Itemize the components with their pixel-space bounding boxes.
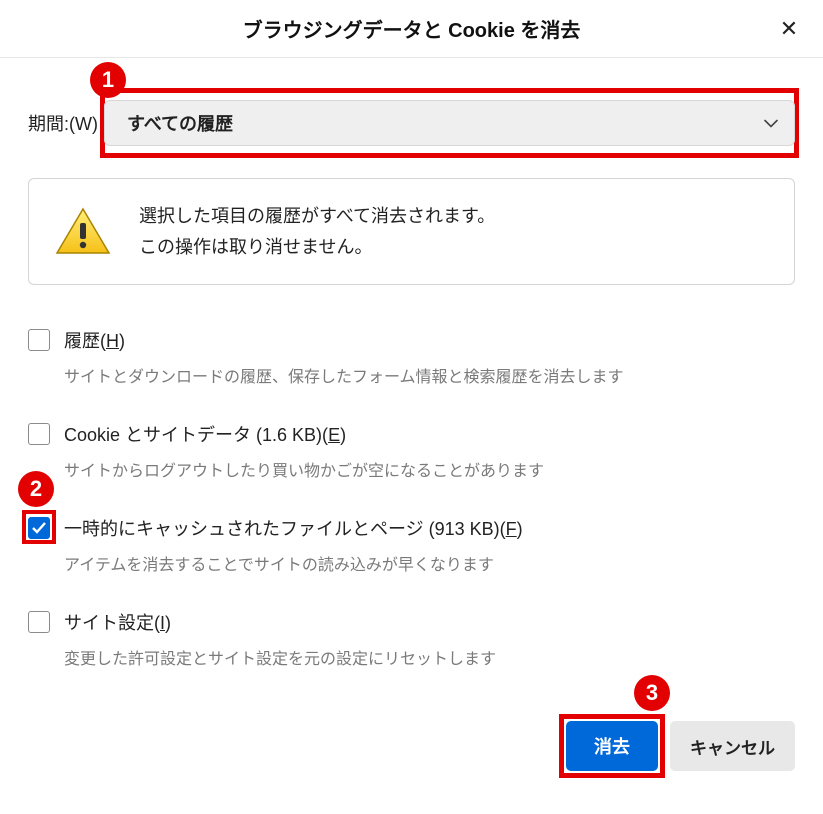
chevron-down-icon bbox=[764, 113, 778, 134]
period-label: 期間:(W) bbox=[28, 110, 98, 136]
desc-site-settings: 変更した許可設定とサイト設定を元の設定にリセットします bbox=[64, 645, 795, 669]
period-select[interactable]: すべての履歴 bbox=[104, 100, 795, 146]
callout-badge-2: 2 bbox=[18, 471, 54, 507]
desc-cache: アイテムを消去することでサイトの読み込みが早くなります bbox=[64, 551, 795, 575]
close-icon: ✕ bbox=[780, 16, 798, 42]
option-cookies: Cookie とサイトデータ (1.6 KB)(E) サイトからログアウトしたり… bbox=[28, 421, 795, 481]
option-history: 履歴(H) サイトとダウンロードの履歴、保存したフォーム情報と検索履歴を消去しま… bbox=[28, 327, 795, 387]
warning-icon bbox=[55, 207, 111, 257]
checkbox-site-settings[interactable] bbox=[28, 611, 50, 633]
warning-line-1: 選択した項目の履歴がすべて消去されます。 bbox=[139, 201, 495, 232]
cancel-button[interactable]: キャンセル bbox=[670, 721, 795, 771]
label-site-settings: サイト設定(I) bbox=[64, 609, 171, 635]
callout-badge-1: 1 bbox=[90, 62, 126, 98]
warning-panel: 選択した項目の履歴がすべて消去されます。 この操作は取り消せません。 bbox=[28, 178, 795, 285]
label-cache: 一時的にキャッシュされたファイルとページ (913 KB)(F) bbox=[64, 515, 523, 541]
option-cache: 2 一時的にキャッシュされたファイルとページ (913 KB)(F) アイテムを… bbox=[28, 515, 795, 575]
warning-line-2: この操作は取り消せません。 bbox=[139, 232, 495, 263]
label-cookies: Cookie とサイトデータ (1.6 KB)(E) bbox=[64, 421, 346, 447]
label-history: 履歴(H) bbox=[64, 327, 125, 353]
desc-history: サイトとダウンロードの履歴、保存したフォーム情報と検索履歴を消去します bbox=[64, 363, 795, 387]
dialog-title: ブラウジングデータと Cookie を消去 bbox=[20, 14, 803, 43]
close-button[interactable]: ✕ bbox=[775, 15, 803, 43]
callout-badge-3: 3 bbox=[634, 675, 670, 711]
checkbox-cache[interactable] bbox=[28, 517, 50, 539]
option-site-settings: サイト設定(I) 変更した許可設定とサイト設定を元の設定にリセットします bbox=[28, 609, 795, 669]
checkbox-cookies[interactable] bbox=[28, 423, 50, 445]
clear-button[interactable]: 消去 bbox=[566, 721, 658, 771]
desc-cookies: サイトからログアウトしたり買い物かごが空になることがあります bbox=[64, 457, 795, 481]
period-select-value: すべての履歴 bbox=[127, 110, 233, 136]
checkbox-history[interactable] bbox=[28, 329, 50, 351]
